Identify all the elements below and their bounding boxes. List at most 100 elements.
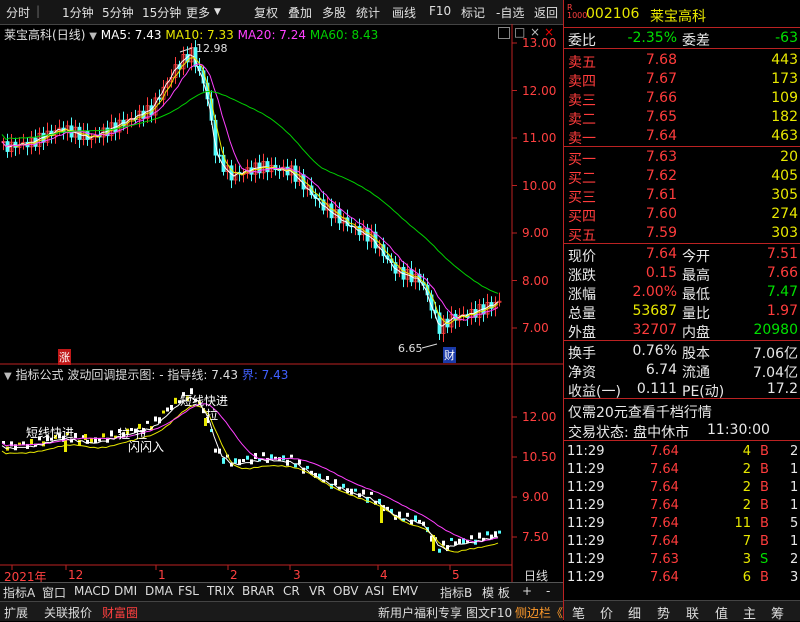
indicator-bar: [406, 512, 409, 517]
stat-value: 2.00%: [632, 284, 677, 300]
guide-line-label: 指导线: 7.43: [167, 368, 238, 382]
promo-row[interactable]: 仅需20元查看千档行情: [564, 401, 800, 422]
ask-level-row[interactable]: 卖二 7.65 182: [564, 108, 800, 128]
panel-nav: 笔 价 细 势 联 值 主 筹: [564, 600, 800, 622]
quote-stat-row[interactable]: 涨跌 0.15 最高 7.66: [564, 264, 800, 284]
tab-indicator-b[interactable]: 指标B: [440, 584, 472, 601]
signal-bar: [84, 434, 87, 440]
tick-direction: B: [760, 534, 769, 549]
bid-level-row[interactable]: 买二 7.62 405: [564, 167, 800, 187]
bid-level-row[interactable]: 买五 7.59 303: [564, 224, 800, 244]
tick-time: 11:29: [567, 480, 605, 495]
quote-stat-row[interactable]: 现价 7.64 今开 7.51: [564, 245, 800, 265]
tab-window[interactable]: 窗口: [42, 584, 66, 601]
fundamental-row[interactable]: 收益(一) 0.111 PE(动) 17.2: [564, 380, 800, 400]
zoom-out-button[interactable]: -: [546, 584, 550, 598]
promo-text[interactable]: 仅需20元查看千档行情: [568, 402, 712, 422]
fundamental-row[interactable]: 净资 6.74 流通 7.04亿: [564, 361, 800, 381]
price-tick-label: 11.00: [522, 131, 557, 145]
tab-macd[interactable]: MACD: [74, 584, 110, 598]
nav-detail[interactable]: 细: [628, 603, 641, 622]
tick-count: 3: [790, 570, 799, 585]
zoom-in-button[interactable]: +: [522, 584, 532, 598]
tab-trix[interactable]: TRIX: [207, 584, 234, 598]
quote-stat-row[interactable]: 涨幅 2.00% 最低 7.47: [564, 283, 800, 303]
quote-stat-row[interactable]: 总量 53687 量比 1.97: [564, 302, 800, 322]
kline-chart[interactable]: [0, 0, 563, 600]
nav-related[interactable]: 联: [686, 603, 699, 622]
ask-level-row[interactable]: 卖五 7.68 443: [564, 51, 800, 71]
indicator-bar: [146, 420, 149, 424]
stat-label: 外盘: [568, 325, 596, 341]
expand-button[interactable]: 扩展: [4, 604, 28, 621]
tick-count: 1: [790, 462, 799, 477]
tick-row: 11:29 7.64 2 B 1: [564, 461, 800, 479]
tab-obv[interactable]: OBV: [333, 584, 359, 598]
tick-time: 11:29: [567, 462, 605, 477]
tab-asi[interactable]: ASI: [365, 584, 384, 598]
related-quote-button[interactable]: 关联报价: [44, 604, 92, 621]
weicha-label: 委差: [682, 33, 710, 49]
fundamental-row[interactable]: 换手 0.76% 股本 7.06亿: [564, 342, 800, 362]
stat-value: 7.64: [645, 246, 677, 262]
tab-dma[interactable]: DMA: [145, 584, 173, 598]
indicator-tabs: 指标A 窗口 MACD DMI DMA FSL TRIX BRAR CR VR …: [0, 582, 563, 601]
bid-level-row[interactable]: 买一 7.63 20: [564, 148, 800, 168]
nav-value[interactable]: 值: [715, 603, 728, 622]
tab-emv[interactable]: EMV: [392, 584, 418, 598]
indicator-tick-label: 9.00: [522, 490, 549, 504]
nav-trades[interactable]: 笔: [572, 603, 585, 622]
indicator-bar: [174, 397, 177, 404]
tab-brar[interactable]: BRAR: [242, 584, 275, 598]
tab-cr[interactable]: CR: [283, 584, 300, 598]
fundamental-value: 17.2: [766, 381, 798, 397]
tab-fsl[interactable]: FSL: [178, 584, 199, 598]
bid-label: 买二: [568, 171, 596, 187]
ask-level-row[interactable]: 卖一 7.64 463: [564, 127, 800, 147]
f10-graphic-button[interactable]: 图文F10: [466, 604, 512, 621]
quote-stat-row[interactable]: 外盘 32707 内盘 20980: [564, 321, 800, 341]
tick-price: 7.64: [650, 534, 679, 549]
bid-volume: 274: [771, 206, 798, 222]
tab-dmi[interactable]: DMI: [114, 584, 137, 598]
sidebar-toggle-button[interactable]: 侧边栏《: [515, 604, 563, 621]
zhang-badge[interactable]: 涨: [58, 349, 71, 365]
stat-value: 7.66: [766, 265, 798, 281]
low-price-label: 6.65: [398, 342, 423, 355]
price-tick-label: 13.00: [522, 36, 557, 50]
bid-level-row[interactable]: 买四 7.60 274: [564, 205, 800, 225]
ask-price: 7.65: [645, 109, 677, 125]
new-user-promo-link[interactable]: 新用户福利专享: [378, 604, 462, 621]
tick-volume: 2: [742, 480, 751, 495]
chevron-down-icon[interactable]: ▼: [4, 371, 12, 382]
indicator-bar: [450, 537, 453, 541]
date-label: 3: [293, 568, 301, 582]
bid-price: 7.61: [645, 187, 677, 203]
price-tick-label: 12.00: [522, 83, 557, 98]
tick-direction: S: [760, 552, 769, 567]
indicator-bar: [494, 531, 497, 538]
tick-volume: 6: [742, 570, 751, 585]
tab-indicator-a[interactable]: 指标A: [3, 584, 35, 601]
nav-trend[interactable]: 势: [657, 603, 670, 622]
fundamental-label: 净资: [568, 365, 596, 381]
ask-level-row[interactable]: 卖四 7.67 173: [564, 70, 800, 90]
indicator-bar: [222, 457, 225, 464]
trade-status: 交易状态: 盘中休市: [568, 425, 690, 441]
nav-price[interactable]: 价: [600, 603, 613, 622]
signal-annotation: 短线快进: [180, 394, 229, 408]
tab-template[interactable]: 模 板: [482, 584, 510, 601]
indicator-bar: [306, 465, 309, 469]
wealth-circle-button[interactable]: 财富圈: [102, 604, 138, 621]
nav-chips[interactable]: 筹: [771, 603, 784, 622]
tick-row: 11:29 7.64 2 B 1: [564, 497, 800, 515]
ask-price: 7.66: [645, 90, 677, 106]
guide-line: [1, 405, 499, 553]
trade-status-row: 交易状态: 盘中休市 11:30:00: [564, 421, 800, 441]
ask-level-row[interactable]: 卖三 7.66 109: [564, 89, 800, 109]
tab-vr[interactable]: VR: [309, 584, 326, 598]
indicator-bar: [286, 459, 289, 466]
cai-badge[interactable]: 财: [443, 347, 456, 363]
bid-level-row[interactable]: 买三 7.61 305: [564, 186, 800, 206]
nav-main[interactable]: 主: [743, 603, 756, 622]
